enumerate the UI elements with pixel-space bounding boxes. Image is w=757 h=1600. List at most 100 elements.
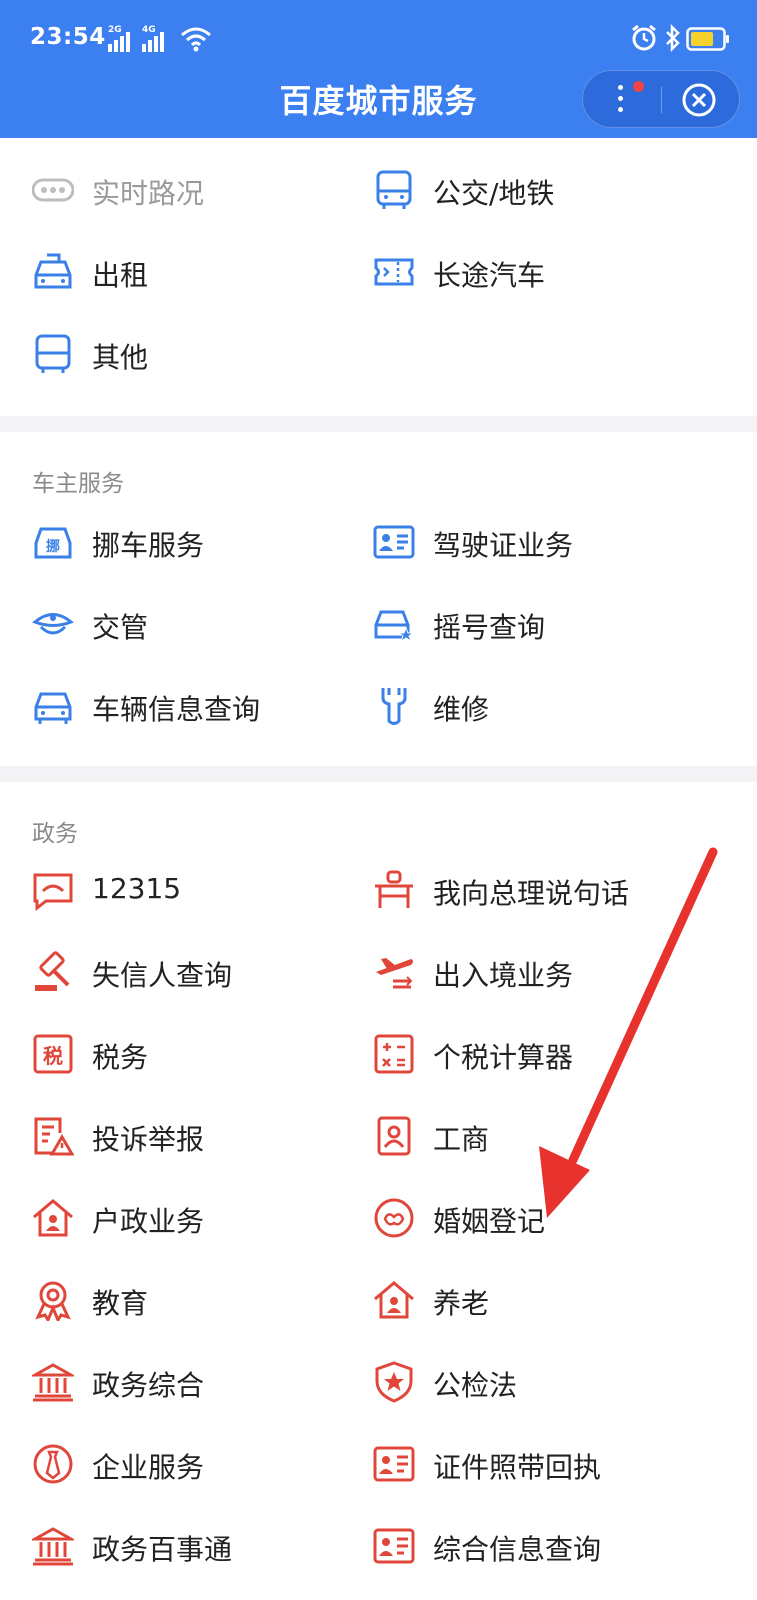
service-item-lottery[interactable]: 摇号查询 xyxy=(373,594,713,654)
section-title: 政务 xyxy=(32,821,78,847)
signal-1-icon: 2G xyxy=(108,25,142,52)
service-item-other-transport[interactable]: 其他 xyxy=(32,324,372,384)
plane-icon xyxy=(376,958,413,989)
service-label: 税务 xyxy=(92,1041,149,1074)
id-badge-icon xyxy=(377,1116,411,1156)
license-card-icon xyxy=(373,525,415,559)
service-item-marriage[interactable]: 婚姻登记 xyxy=(373,1188,713,1248)
service-label: 证件照带回执 xyxy=(433,1451,602,1484)
service-label: 出租 xyxy=(92,259,149,292)
car-star-icon xyxy=(374,610,415,643)
service-label: 长途汽车 xyxy=(433,259,546,292)
service-item-repair[interactable]: 维修 xyxy=(373,676,713,736)
service-label: 12315 xyxy=(92,872,182,905)
battery-icon xyxy=(686,27,729,51)
service-label: 维修 xyxy=(433,693,490,726)
service-label: 摇号查询 xyxy=(433,611,546,644)
service-label: 综合信息查询 xyxy=(433,1533,602,1566)
status-time: 23:54 xyxy=(30,24,106,50)
svg-text:税: 税 xyxy=(43,1044,63,1068)
service-label: 教育 xyxy=(92,1287,149,1320)
app-header: 23:54 2G 4G 百度城市服务 xyxy=(0,0,757,138)
service-item-move-car[interactable]: 挪 挪车服务 xyxy=(32,512,372,572)
wifi-icon xyxy=(181,27,211,52)
service-label: 养老 xyxy=(433,1287,490,1320)
service-item-12315[interactable]: 12315 xyxy=(32,860,372,920)
tax-icon: 税 xyxy=(33,1034,73,1074)
podium-icon xyxy=(375,870,413,908)
wrench-icon xyxy=(381,688,407,725)
status-icons-right xyxy=(630,24,730,54)
marriage-icon xyxy=(374,1198,414,1238)
service-item-gov-general[interactable]: 政务综合 xyxy=(32,1352,372,1412)
service-item-household[interactable]: 户政业务 xyxy=(32,1188,372,1248)
service-item-dishonest[interactable]: 失信人查询 xyxy=(32,942,372,1002)
car-icon xyxy=(34,692,72,724)
taxi-icon xyxy=(34,253,72,289)
mini-program-capsule xyxy=(582,70,740,128)
service-item-pension[interactable]: 养老 xyxy=(373,1270,713,1330)
service-item-business[interactable]: 工商 xyxy=(373,1106,713,1166)
service-label: 车辆信息查询 xyxy=(92,693,261,726)
section-title: 车主服务 xyxy=(32,471,124,497)
service-item-vehicle-info[interactable]: 车辆信息查询 xyxy=(32,676,372,736)
service-item-id-photo[interactable]: 证件照带回执 xyxy=(373,1434,713,1494)
alarm-icon xyxy=(632,24,656,51)
capsule-divider xyxy=(661,87,662,113)
service-item-coach[interactable]: 长途汽车 xyxy=(373,242,713,302)
service-label: 失信人查询 xyxy=(92,959,233,992)
status-bar: 23:54 2G 4G xyxy=(30,22,730,54)
service-item-traffic[interactable]: 实时路况 xyxy=(32,160,372,220)
section-transport: 实时路况 公交/地铁 出租 长途汽车 其他 xyxy=(0,138,757,416)
service-item-tax-calculator[interactable]: 个税计算器 xyxy=(373,1024,713,1084)
service-label: 工商 xyxy=(433,1123,490,1156)
service-item-traffic-police[interactable]: 交管 xyxy=(32,594,372,654)
service-label: 政务综合 xyxy=(92,1369,205,1402)
service-label: 政务百事通 xyxy=(92,1533,233,1566)
report-icon xyxy=(34,1117,74,1156)
service-item-gov-guide[interactable]: 政务百事通 xyxy=(32,1516,372,1576)
ticket-icon xyxy=(374,258,414,286)
service-item-immigration[interactable]: 出入境业务 xyxy=(373,942,713,1002)
service-label: 公检法 xyxy=(433,1369,518,1402)
service-item-tax[interactable]: 税 税务 xyxy=(32,1024,372,1084)
chat-icon xyxy=(33,873,73,911)
service-label: 出入境业务 xyxy=(433,959,574,992)
notification-dot xyxy=(633,81,644,92)
house-elder-icon xyxy=(374,1281,414,1319)
police-cap-icon xyxy=(32,613,74,635)
close-icon[interactable] xyxy=(681,82,717,118)
service-label: 个税计算器 xyxy=(433,1041,574,1074)
move-car-icon: 挪 xyxy=(34,527,72,559)
service-item-taxi[interactable]: 出租 xyxy=(32,242,372,302)
service-label: 投诉举报 xyxy=(92,1123,205,1156)
svg-text:挪: 挪 xyxy=(46,538,60,555)
bus-front-icon xyxy=(35,334,71,373)
service-label: 企业服务 xyxy=(92,1451,205,1484)
service-item-bus[interactable]: 公交/地铁 xyxy=(373,160,713,220)
service-label: 我向总理说句话 xyxy=(433,877,630,910)
government-building-icon xyxy=(32,1363,74,1402)
bluetooth-icon xyxy=(666,24,680,52)
medal-icon xyxy=(35,1281,71,1321)
service-item-complaint[interactable]: 投诉举报 xyxy=(32,1106,372,1166)
service-item-driver-license[interactable]: 驾驶证业务 xyxy=(373,512,713,572)
photo-id-icon xyxy=(373,1446,415,1482)
traffic-dots-icon xyxy=(32,178,74,202)
tie-icon xyxy=(33,1444,73,1484)
service-item-info-query[interactable]: 综合信息查询 xyxy=(373,1516,713,1576)
service-item-public-security[interactable]: 公检法 xyxy=(373,1352,713,1412)
gavel-icon xyxy=(35,951,70,991)
service-item-enterprise[interactable]: 企业服务 xyxy=(32,1434,372,1494)
section-government: 政务 12315 我向总理说句话 失信人查询 出入境业务 税 税务 个税计算器 … xyxy=(0,782,757,1600)
service-label: 挪车服务 xyxy=(92,529,205,562)
more-menu-icon[interactable] xyxy=(615,85,625,115)
service-label: 驾驶证业务 xyxy=(433,529,574,562)
service-label: 户政业务 xyxy=(92,1205,205,1238)
service-label: 公交/地铁 xyxy=(433,177,555,210)
signal-2-icon: 4G xyxy=(142,25,176,52)
service-item-premier[interactable]: 我向总理说句话 xyxy=(373,860,713,920)
service-label: 其他 xyxy=(92,341,149,374)
service-item-education[interactable]: 教育 xyxy=(32,1270,372,1330)
bus-icon xyxy=(376,170,412,209)
